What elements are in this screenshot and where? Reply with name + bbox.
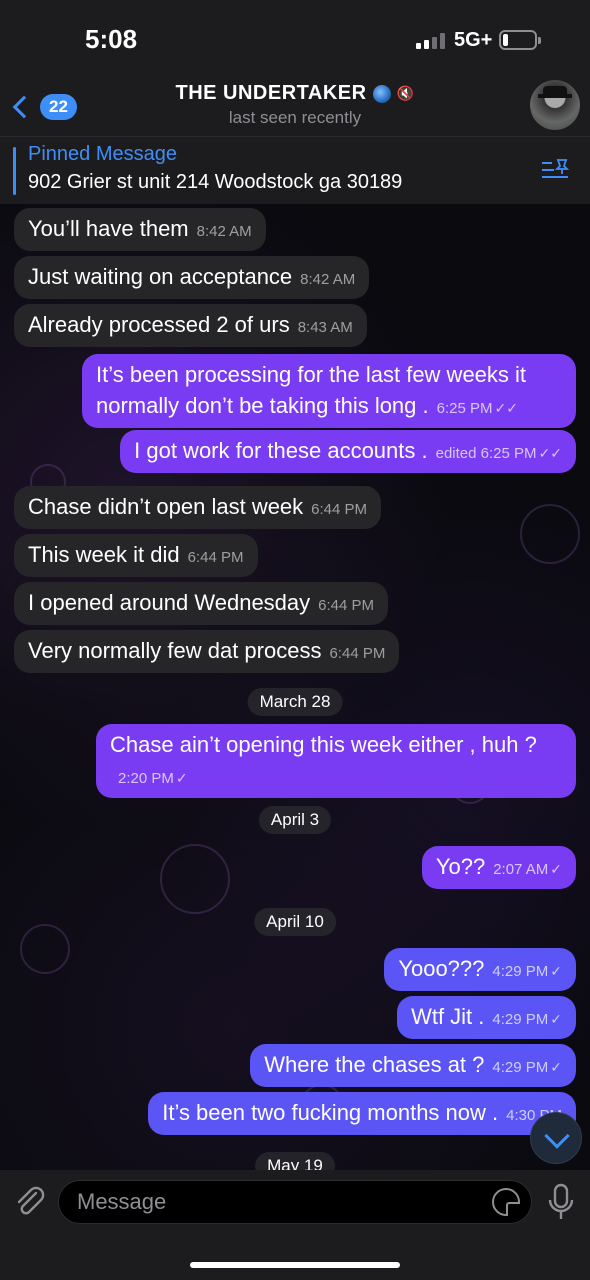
message-text: Just waiting on acceptance — [28, 264, 293, 289]
globe-emoji-icon — [372, 84, 391, 103]
message-list[interactable]: You’ll have them 8:42 AM Just waiting on a… — [0, 204, 590, 1170]
avatar[interactable] — [530, 80, 580, 130]
incoming-message[interactable]: This week it did 6:44 PM — [14, 534, 258, 577]
status-time: 5:08 — [85, 24, 138, 54]
pinned-list-icon[interactable] — [540, 157, 570, 183]
pinned-indicator — [13, 147, 16, 195]
last-seen-status: last seen recently — [228, 108, 362, 127]
home-indicator — [190, 1262, 400, 1268]
message-time: 8:42 AM — [300, 271, 356, 288]
incoming-message[interactable]: I opened around Wednesday 6:44 PM — [14, 582, 389, 625]
battery-level — [503, 34, 508, 46]
read-receipt-icon: ✓✓ — [538, 445, 562, 461]
read-receipt-icon: ✓ — [550, 861, 562, 877]
outgoing-message[interactable]: It’s been processing for the last few we… — [82, 354, 576, 428]
message-text: I got work for these accounts . — [134, 438, 428, 463]
message-text: This week it did — [28, 542, 180, 567]
incoming-message[interactable]: Very normally few dat process 6:44 PM — [14, 630, 400, 673]
muted-icon: 🔇 — [396, 85, 415, 101]
pinned-message-bar[interactable]: Pinned Message 902 Grier st unit 214 Woo… — [0, 136, 590, 204]
chat-header: 22 THE UNDERTAKER 🔇 last seen recently — [0, 80, 590, 136]
background-doodle — [20, 924, 70, 974]
message-text: Wtf Jit . — [411, 1004, 485, 1029]
battery-icon — [499, 30, 541, 50]
incoming-message[interactable]: Already processed 2 of urs 8:43 AM — [14, 304, 367, 347]
message-time: 6:44 PM — [329, 645, 386, 662]
paperclip-icon[interactable] — [12, 1184, 48, 1220]
message-time: 6:44 PM — [187, 549, 244, 566]
chat-title-area[interactable]: THE UNDERTAKER 🔇 last seen recently — [150, 82, 440, 128]
microphone-icon[interactable] — [546, 1182, 576, 1222]
message-time: 4:29 PM — [492, 963, 549, 980]
message-text: Already processed 2 of urs — [28, 312, 290, 337]
message-time: 6:25 PM — [436, 399, 493, 417]
message-input[interactable] — [58, 1180, 532, 1224]
message-text: It’s been two fucking months now . — [162, 1100, 499, 1125]
read-receipt-icon: ✓ — [550, 1059, 562, 1075]
message-time: 4:29 PM — [492, 1011, 549, 1028]
outgoing-message[interactable]: I got work for these accounts . edited 6:… — [120, 430, 576, 473]
message-text: Very normally few dat process — [28, 638, 322, 663]
message-time: 6:44 PM — [318, 597, 375, 614]
read-receipt-icon: ✓ — [550, 963, 562, 979]
incoming-message[interactable]: You’ll have them 8:42 AM — [14, 208, 266, 251]
message-text: Chase ain’t opening this week either , h… — [110, 732, 537, 757]
message-text: You’ll have them — [28, 216, 189, 241]
signal-icon — [416, 33, 446, 49]
message-text: I opened around Wednesday — [28, 590, 311, 615]
chevron-left-icon — [12, 95, 36, 119]
incoming-message[interactable]: Chase didn’t open last week 6:44 PM — [14, 486, 382, 529]
message-text: Chase didn’t open last week — [28, 494, 304, 519]
date-separator: March 28 — [247, 688, 343, 716]
date-separator: May 19 — [255, 1152, 335, 1170]
title-first-letter: T — [175, 82, 189, 104]
message-time: 2:07 AM — [493, 861, 549, 878]
outgoing-message[interactable]: Where the chases at ? 4:29 PM ✓ — [250, 1044, 576, 1087]
outgoing-message[interactable]: Yooo??? 4:29 PM ✓ — [384, 948, 576, 991]
incoming-message[interactable]: Just waiting on acceptance 8:42 AM — [14, 256, 370, 299]
message-time: 4:29 PM — [492, 1059, 549, 1076]
outgoing-message[interactable]: Chase ain’t opening this week either , h… — [96, 724, 576, 798]
status-bar: 5:08 5G+ — [0, 0, 590, 80]
composer-bar — [0, 1170, 590, 1280]
date-separator: April 10 — [254, 908, 336, 936]
background-doodle — [160, 844, 230, 914]
date-separator: April 3 — [258, 806, 332, 834]
background-doodle — [520, 504, 580, 564]
outgoing-message[interactable]: It’s been two fucking months now . 4:30 P… — [148, 1092, 576, 1135]
pinned-label: Pinned Message — [28, 143, 177, 165]
message-time: 2:20 PM — [118, 769, 174, 787]
back-button[interactable]: 22 — [8, 88, 77, 126]
read-receipt-icon: ✓ — [175, 769, 188, 786]
message-text: Yooo??? — [398, 956, 485, 981]
read-receipt-icon: ✓ — [550, 1011, 562, 1027]
message-time: 8:42 AM — [196, 223, 252, 240]
sticker-icon[interactable] — [492, 1188, 520, 1216]
message-text: Where the chases at ? — [264, 1052, 485, 1077]
pinned-text: 902 Grier st unit 214 Woodstock ga 30189 — [28, 171, 403, 193]
outgoing-message[interactable]: Wtf Jit . 4:29 PM ✓ — [397, 996, 576, 1039]
unread-count-badge: 22 — [40, 94, 77, 120]
read-receipt-icon: ✓✓ — [494, 399, 518, 416]
message-time: 6:44 PM — [311, 501, 368, 518]
network-label: 5G+ — [454, 29, 493, 51]
title-rest: HE UNDERTAKER — [188, 82, 367, 104]
message-time: edited 6:25 PM — [435, 445, 537, 462]
message-time: 8:43 AM — [297, 319, 353, 336]
chat-title: THE UNDERTAKER 🔇 — [175, 82, 414, 105]
message-text: Yo?? — [435, 854, 486, 879]
outgoing-message[interactable]: Yo?? 2:07 AM ✓ — [421, 846, 576, 889]
scroll-to-bottom-button[interactable] — [530, 1112, 582, 1164]
